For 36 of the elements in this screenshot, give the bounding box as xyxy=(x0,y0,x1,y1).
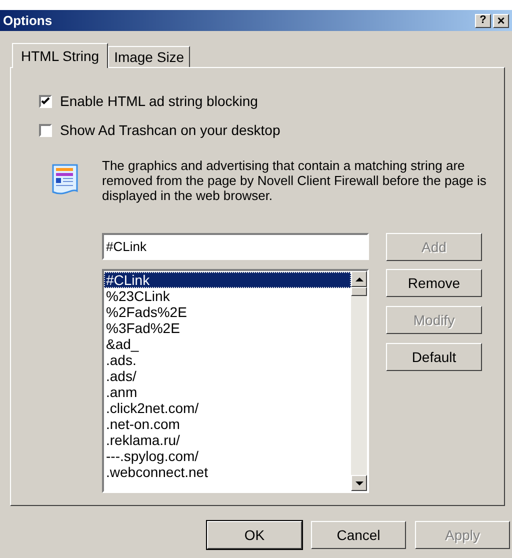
side-button: Add xyxy=(386,233,482,261)
list-item[interactable]: .ads. xyxy=(104,352,351,368)
scrollbar[interactable] xyxy=(351,271,367,491)
list-item[interactable]: .reklama.ru/ xyxy=(104,432,351,448)
side-button: Modify xyxy=(386,306,482,334)
list-item[interactable]: ---.spylog.com/ xyxy=(104,448,351,464)
string-field[interactable]: #CLink xyxy=(102,233,369,260)
list-item[interactable]: .net-on.com xyxy=(104,416,351,432)
scroll-up-icon[interactable] xyxy=(351,271,367,287)
list-item[interactable]: #CLink xyxy=(104,272,351,288)
document-icon xyxy=(52,164,78,196)
help-button[interactable]: ? xyxy=(475,14,491,28)
scroll-thumb[interactable] xyxy=(351,287,367,296)
list-item[interactable]: &ad_ xyxy=(104,336,351,352)
scroll-down-icon[interactable] xyxy=(351,475,367,491)
window-title: Options xyxy=(3,12,54,30)
list-item[interactable]: .anm xyxy=(104,384,351,400)
dialog-button[interactable]: Cancel xyxy=(311,521,406,549)
dialog-button: Apply xyxy=(415,521,510,549)
tab[interactable]: HTML String xyxy=(12,43,108,68)
checkbox-label[interactable]: Enable HTML ad string blocking xyxy=(60,91,258,112)
side-button[interactable]: Remove xyxy=(386,269,482,297)
list-item[interactable]: .ads/ xyxy=(104,368,351,384)
list-item[interactable]: %3Fad%2E xyxy=(104,320,351,336)
description-text: The graphics and advertising that contain a matching string are removed from the page by Novell Client Firewall before the page is displayed in the web browser. xyxy=(102,158,488,203)
close-button[interactable]: × xyxy=(493,14,509,28)
list-item[interactable]: %23CLink xyxy=(104,288,351,304)
side-button[interactable]: Default xyxy=(386,343,482,371)
dialog-button[interactable]: OK xyxy=(207,521,302,549)
checkbox[interactable] xyxy=(39,124,52,137)
list-item[interactable]: .click2net.com/ xyxy=(104,400,351,416)
tab[interactable]: Image Size xyxy=(108,46,190,67)
checkbox-label[interactable]: Show Ad Trashcan on your desktop xyxy=(60,120,280,141)
list-item[interactable]: .webconnect.net xyxy=(104,464,351,480)
list-item[interactable]: %2Fads%2E xyxy=(104,304,351,320)
checkbox[interactable] xyxy=(39,95,52,108)
